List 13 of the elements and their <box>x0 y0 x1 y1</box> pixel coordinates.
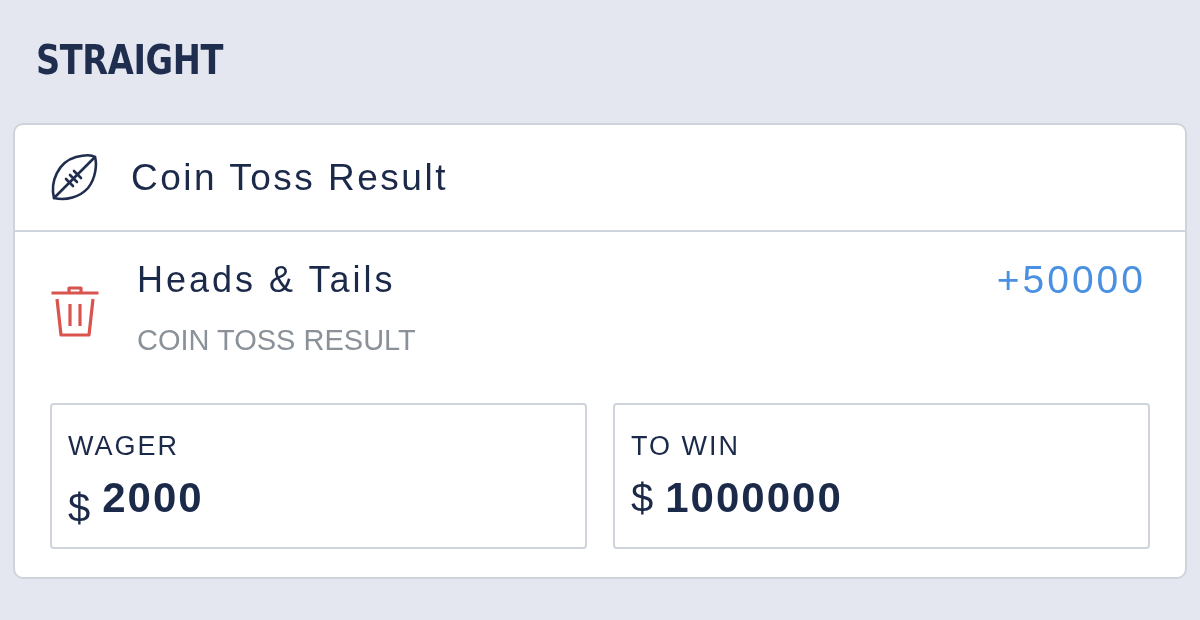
market-name: COIN TOSS RESULT <box>137 323 416 358</box>
selection-name: Heads & Tails <box>137 258 396 302</box>
event-title: Coin Toss Result <box>131 156 448 199</box>
field-label: WAGER <box>68 430 179 463</box>
field-label: TO WIN <box>631 430 740 463</box>
amount-value: 2000 <box>102 473 204 523</box>
currency-symbol: $ <box>68 485 91 532</box>
section-heading: STRAIGHT <box>36 36 223 84</box>
amount-value: 1000000 <box>665 473 843 523</box>
currency-symbol: $ <box>631 475 654 522</box>
wager-field[interactable]: WAGER $ 2000 <box>50 403 587 549</box>
odds-value: +50000 <box>996 258 1146 302</box>
trash-icon[interactable] <box>50 285 100 337</box>
